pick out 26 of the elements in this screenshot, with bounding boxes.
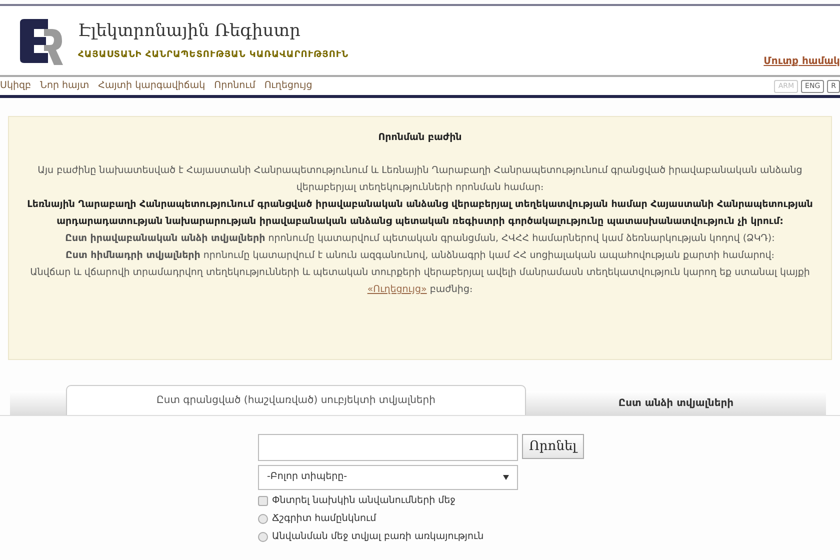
radio-button[interactable]	[258, 514, 268, 524]
info-paragraph: Անվճար և վճարովի տրամադրվող տեղեկությունների և պետական տուրքերի վերաբերյալ ավելի մանրամասն տեղեկատվություն կարող եք ստանալ կայքի «Ուղեցույց» բաժնից։	[29, 266, 811, 297]
nav-link[interactable]: Ուղեցույց	[264, 78, 312, 94]
option-label: Ճշգրիտ համընկնում	[272, 512, 376, 526]
info-paragraph: Այս բաժինը նախատեսված է Հայաստանի Հանրապետությունում և Լեռնային Ղարաբաղի Հանրապետությունում գրանցված իրավաբանական անձանց վերաբերյալ տեղեկությունների որոնման համար։	[36, 164, 804, 195]
option-label: Փնտրել նախկին անվանումների մեջ	[272, 494, 456, 508]
site-title: Էլեկտրոնային Ռեգիստր	[78, 20, 302, 43]
nav-link[interactable]: Սկիզբ	[0, 78, 32, 94]
info-paragraph: Լեռնային Ղարաբաղի Հանրապետությունում գրանցված իրավաբանական անձանց վերաբերյալ տեղեկատվության համար Հայաստանի Հանրապետության արդարադատության նախարարության իրավաբանական անձանց պետական ռեգիստրի գործակալությունը պատասխանատվություն չի կրում:	[26, 198, 814, 229]
info-paragraph: Ըստ իրավաբանական անձի տվյալների որոնումը կատարվում պետական գրանցման, ՀՎՀՀ համարներով կամ ձեռնարկության կոդով (ՁԿԴ):	[64, 232, 776, 246]
nav-link[interactable]: Նոր հայտ	[40, 78, 90, 94]
panel-title: Որոնման բաժին	[377, 131, 463, 145]
checkbox[interactable]	[258, 496, 268, 506]
option-label: Անվանման մեջ տվյալ բառի առկայություն	[272, 530, 484, 544]
search-field[interactable]	[258, 434, 518, 461]
nav-link[interactable]: Որոնում	[214, 78, 256, 94]
site-subtitle: ՀԱՅԱՍՏԱՆԻ ՀԱՆՐԱՊԵՏՈՒԹՅԱՆ ԿԱՌԱՎԱՐՈՒԹՅՈՒՆ	[78, 48, 349, 62]
search-button[interactable]: Որոնել	[522, 434, 584, 459]
login-link[interactable]: Մուտք համակ	[764, 54, 840, 69]
type-select[interactable]: -Բոլոր տիպերը-	[258, 465, 518, 490]
search-tab[interactable]: Ըստ գրանցված (հաշվառված) սուբյեկտի տվյալների	[66, 385, 526, 415]
guide-link[interactable]: «Ուղեցույց»	[367, 284, 427, 295]
radio-button[interactable]	[258, 532, 268, 542]
dropdown-caret-icon	[503, 475, 509, 480]
info-paragraph: Ըստ հիմնադրի տվյալների որոնումը կատարվում է անուն ազգանունով, անձնագրի կամ ՀՀ սոցիալական ապահովության քարտի համարով։	[64, 249, 776, 263]
nav-link[interactable]: Հայտի կարգավիճակ	[98, 78, 206, 94]
